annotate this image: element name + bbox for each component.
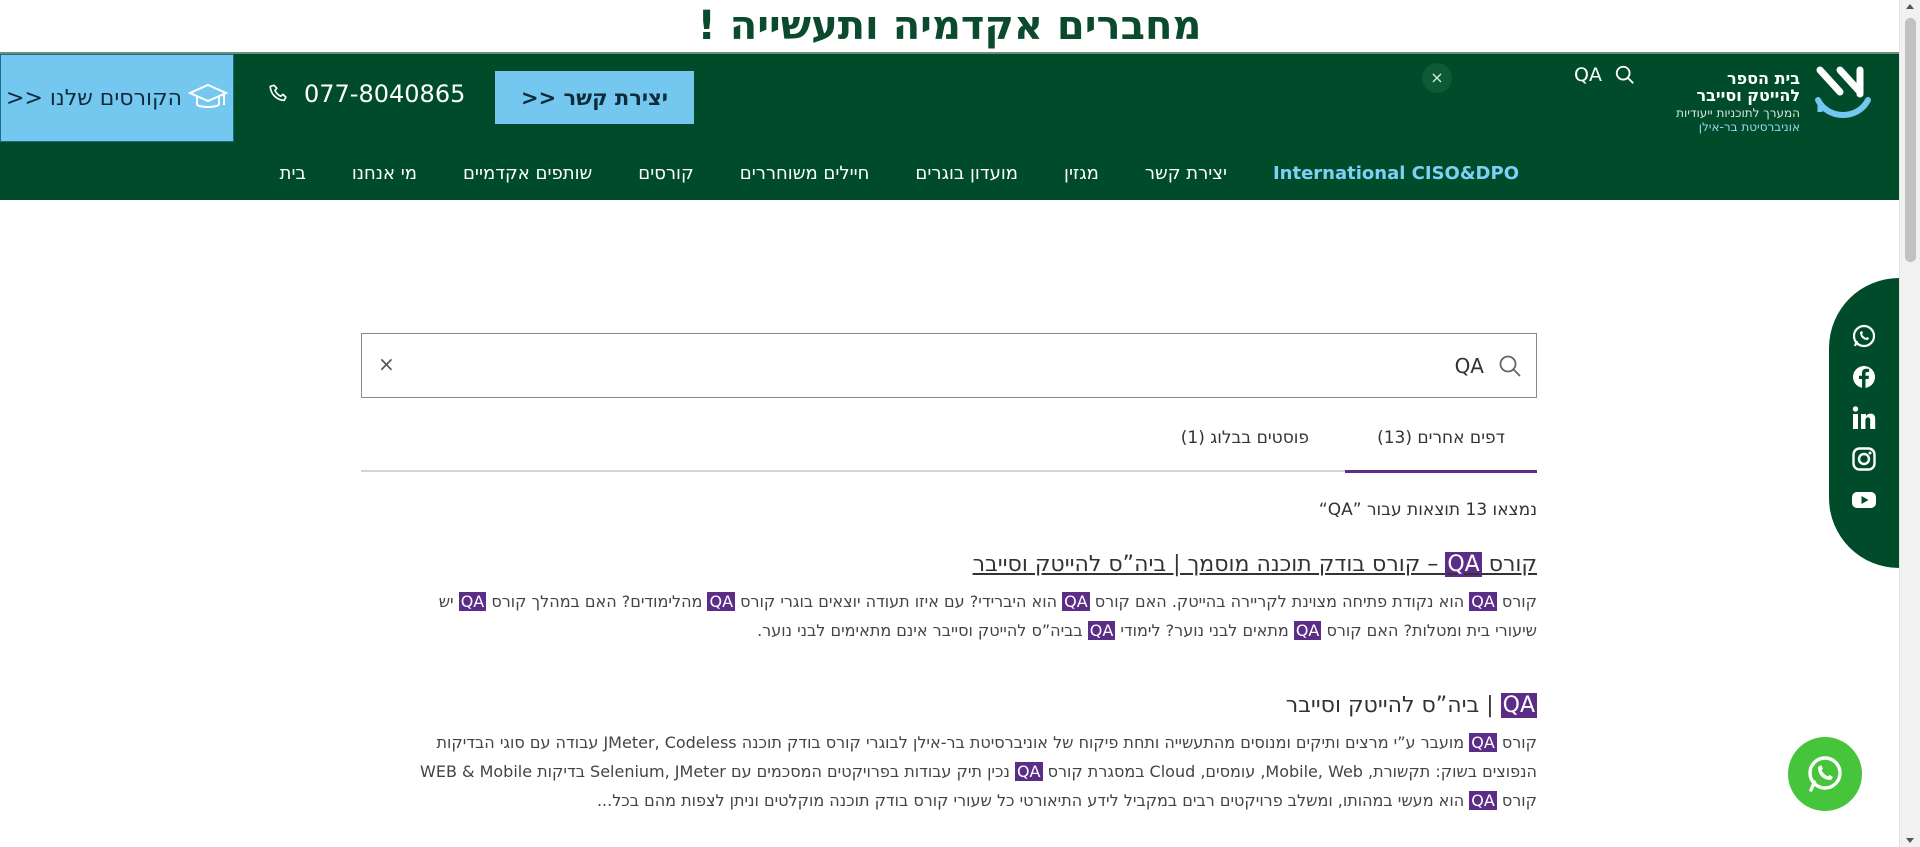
linkedin-icon[interactable] [1851,405,1877,431]
nav-item-magazine[interactable]: מגזין [1064,163,1099,184]
site-logo[interactable]: בית הספר להייטק וסייבר המערך לתוכניות יי… [1660,64,1875,136]
youtube-icon[interactable] [1851,487,1877,513]
scroll-up-icon[interactable] [1906,4,1914,9]
banner-title: מחברים אקדמיה ותעשייה ! [697,3,1202,49]
search-result: QA | ביה”ס להייטק וסייבר קורס QA מועבר ע… [407,693,1537,815]
results-tabs: דפים אחרים (13) פוסטים בבלוג (1) [361,420,1537,473]
nav-item-about[interactable]: מי אנחנו [352,163,417,184]
header-search[interactable]: QA [1574,64,1636,86]
whatsapp-float-button[interactable] [1788,737,1862,811]
result-snippet: קורס QA מועבר ע”י מרצים ותיקים ומנוסים מ… [420,733,1537,810]
logo-line1: בית הספר [1727,69,1800,88]
nav-item-contact[interactable]: יצירת קשר [1145,163,1227,184]
phone-contact[interactable]: 077-8040865 [268,80,465,108]
result-title-link[interactable]: QA | ביה”ס להייטק וסייבר [407,693,1537,718]
nav-item-courses[interactable]: קורסים [638,163,694,184]
logo-mark-icon [1815,66,1871,118]
social-sidebar [1829,278,1899,568]
scrollbar-thumb[interactable] [1905,18,1916,262]
main-nav: בית מי אנחנו שותפים אקדמיים קורסים חיילי… [0,147,1899,200]
our-courses-button[interactable]: הקורסים שלנו << [0,54,234,142]
nav-item-alumni-club[interactable]: מועדון בוגרים [915,163,1018,184]
scroll-down-icon[interactable] [1906,838,1914,843]
nav-item-discharged-soldiers[interactable]: חיילים משוחררים [740,163,870,184]
header-search-query: QA [1574,64,1602,86]
phone-number: 077-8040865 [304,80,466,108]
whatsapp-icon[interactable] [1851,323,1877,349]
contact-us-button[interactable]: יצירת קשר << [495,71,694,124]
search-box: × [361,333,1537,398]
logo-line4: אוניברסיטת בר-אילן [1698,120,1800,134]
page-scrollbar[interactable] [1899,0,1920,847]
tab-blog-posts[interactable]: פוסטים בבלוג (1) [1181,428,1309,448]
logo-text: בית הספר להייטק וסייבר המערך לתוכניות יי… [1660,70,1800,134]
graduation-cap-icon [187,83,228,108]
search-icon [1615,65,1634,84]
nav-item-international-ciso[interactable]: International CISO&DPO [1273,163,1519,184]
close-icon[interactable]: × [1422,63,1452,93]
our-courses-label: הקורסים שלנו << [6,85,182,111]
results-count: נמצאו 13 תוצאות עבור ”QA“ [1318,500,1537,520]
result-title-link[interactable]: קורס QA – קורס בודק תוכנה מוסמך | ביה”ס … [407,552,1537,577]
phone-icon [269,84,287,102]
result-snippet: קורס QA הוא נקודת פתיחה מצוינת לקריירה ב… [438,592,1537,640]
top-banner: מחברים אקדמיה ותעשייה ! [0,0,1899,52]
search-icon[interactable] [1498,354,1522,378]
nav-item-home[interactable]: בית [280,163,306,184]
clear-search-icon[interactable]: × [378,352,395,376]
site-header: הקורסים שלנו << 077-8040865 יצירת קשר <<… [0,52,1899,147]
logo-line2: להייטק וסייבר [1696,86,1801,105]
nav-item-academic-partners[interactable]: שותפים אקדמיים [463,163,592,184]
facebook-icon[interactable] [1851,364,1877,390]
tab-other-pages[interactable]: דפים אחרים (13) [1345,428,1537,473]
search-input[interactable] [434,346,1484,386]
instagram-icon[interactable] [1851,446,1877,472]
search-result: קורס QA – קורס בודק תוכנה מוסמך | ביה”ס … [407,552,1537,645]
whatsapp-icon [1808,756,1842,792]
logo-line3: המערך לתוכניות ייעודיות [1676,106,1800,120]
